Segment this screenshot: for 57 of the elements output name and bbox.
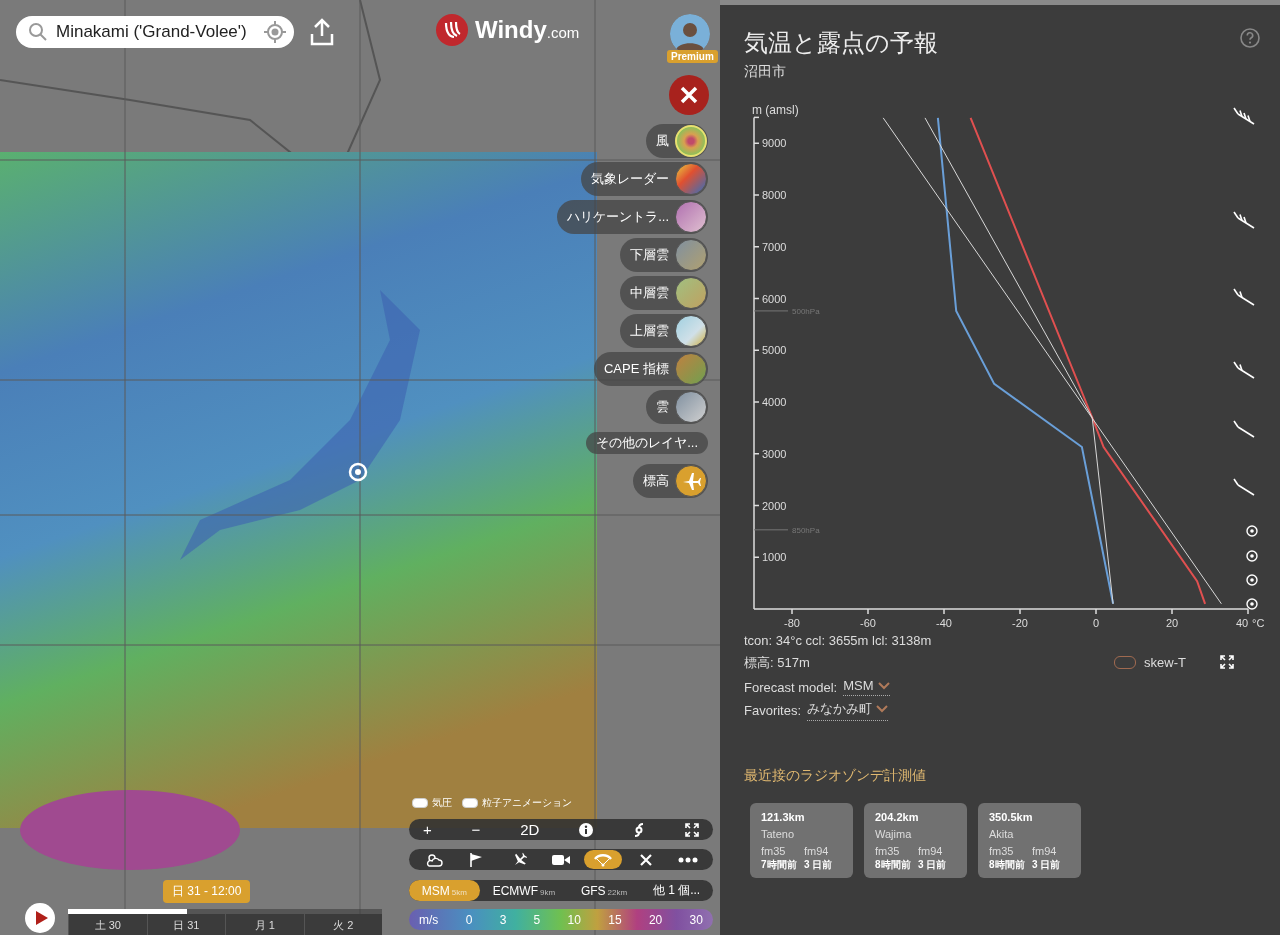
tick-label: 2000 [762,499,787,512]
station-distance: 350.5km [989,810,1034,824]
premium-badge: Premium [667,50,718,63]
station-distance: 121.3km [761,810,806,824]
station-name: Tateno [761,827,796,842]
tick-label: 7000 [762,240,787,253]
overlay-label: 気圧 [432,796,452,810]
legend-value: 3 [499,912,507,927]
sounding-type: fm94 [804,844,830,858]
sounding-type: fm94 [918,844,944,858]
tick-label: 40 [1235,617,1249,629]
legend-value: 15 [608,912,622,927]
sounding-type: fm35 [989,844,1015,858]
tick-label: 20 [1165,617,1179,629]
sounding-age: 7時間前 [761,858,798,872]
section-heading: 最近接のラジオゾンデ計測値 [744,767,927,785]
skew-t-label: skew-T [1144,654,1186,670]
sounding-type: fm35 [875,844,901,858]
legend-value: 30 [689,912,703,927]
sounding-age: 8時間前 [875,858,912,872]
tick-label: -40 [936,617,952,629]
field-label: Favorites: [744,703,802,718]
legend-value: 5 [533,912,541,927]
logo-text: Windy.com [475,16,580,44]
overlay-label: 粒子アニメーション [482,796,572,810]
field-label: Forecast model: [744,679,838,695]
legend-value: 20 [648,912,663,927]
tick-label: 1000 [762,551,787,564]
location-name: 沼田市 [744,62,787,80]
sounding-age: 3 日前 [918,858,948,872]
axis-label: m (amsl) [752,103,799,117]
tick-label: 8000 [762,189,787,201]
tick-label: 9000 [762,137,787,150]
tick-label: 4000 [762,396,787,408]
station-distance: 204.2km [875,810,920,824]
tick-label: 5000 [762,344,787,357]
legend-value: 10 [567,912,581,927]
panel-title: 気温と露点の予報 [744,28,938,58]
tick-label: 6000 [762,292,787,305]
station-name: Wajima [875,827,913,842]
legend-unit: m/s [419,912,439,927]
sounding-age: 3 日前 [1032,858,1062,872]
sounding-age: 3 日前 [804,858,834,872]
station-name: Akita [989,827,1015,842]
stat-text: 標高: 517m [744,654,811,672]
time-tooltip: 日 31 - 12:00 [163,880,251,903]
tick-label: 3000 [762,447,787,460]
tick-label: 0 [1092,617,1100,629]
tick-label: -80 [784,617,800,629]
legend-value: 0 [465,912,473,927]
axis-label: °C [1252,617,1265,629]
tick-label: -20 [1012,617,1028,629]
stat-text: tcon: 34°c ccl: 3655m lcl: 3138m [744,632,932,650]
sounding-type: fm94 [1032,844,1058,858]
sounding-type: fm35 [761,844,787,858]
sounding-age: 8時間前 [989,858,1026,872]
tick-label: -60 [860,617,876,629]
